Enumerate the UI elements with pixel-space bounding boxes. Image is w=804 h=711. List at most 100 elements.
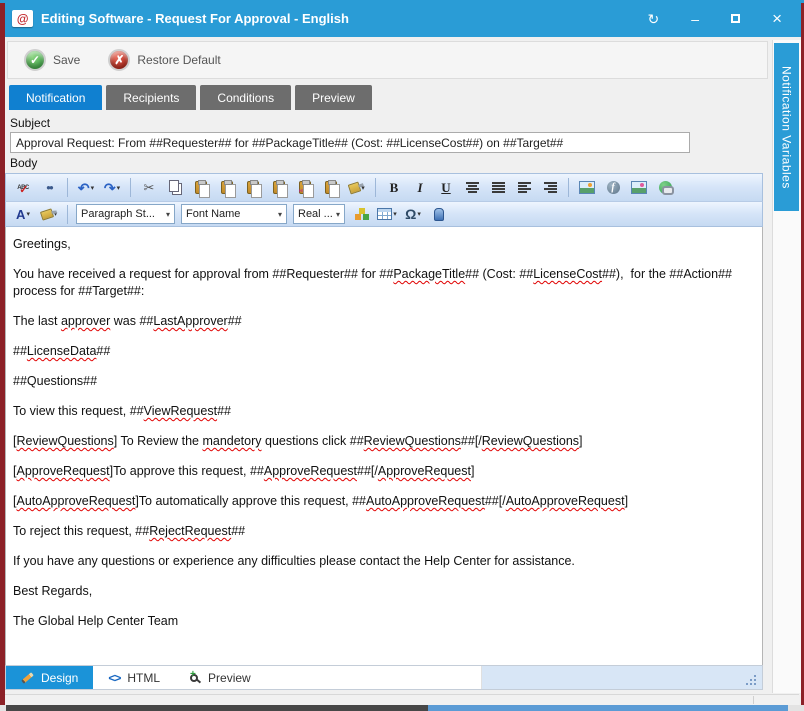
- blocks-icon: [355, 214, 361, 220]
- italic-icon: I: [417, 181, 422, 194]
- highlight-button[interactable]: ▾: [37, 203, 61, 226]
- restore-default-button[interactable]: ✗ Restore Default: [108, 49, 220, 71]
- tab-conditions[interactable]: Conditions: [200, 85, 291, 110]
- profile-button[interactable]: [427, 203, 451, 226]
- spellcheck-button[interactable]: ABC: [11, 176, 35, 199]
- media-button[interactable]: [627, 176, 651, 199]
- body-label: Body: [10, 156, 801, 170]
- undo-button[interactable]: ↶▾: [74, 176, 98, 199]
- find-button[interactable]: ●●: [37, 176, 61, 199]
- copy-icon: [169, 180, 179, 192]
- misspelled-word: RejectRequest: [149, 524, 231, 538]
- body-text-segment: ## (Cost: ##: [465, 267, 533, 281]
- mode-tab-preview[interactable]: Preview: [175, 666, 266, 689]
- misspelled-word: LastApprover: [153, 314, 227, 328]
- misspelled-word: approver: [61, 314, 110, 328]
- pencil-icon: [21, 672, 34, 683]
- misspelled-word: PackageTitle: [393, 267, 465, 281]
- paste-html-button[interactable]: HTML: [293, 176, 317, 199]
- paste-plain-icon: [273, 181, 285, 194]
- paste-word-2-button[interactable]: W: [241, 176, 265, 199]
- body-text-segment: ##[/: [357, 464, 378, 478]
- resize-grip-icon[interactable]: [754, 683, 756, 685]
- body-content[interactable]: Greetings,You have received a request fo…: [5, 227, 763, 665]
- notification-variables-tab[interactable]: Notification Variables: [774, 43, 799, 211]
- body-paragraph: The Global Help Center Team: [13, 613, 755, 630]
- paste-plain-button[interactable]: [267, 176, 291, 199]
- image-icon: [579, 181, 595, 194]
- dropdown-caret-icon: ▾: [393, 210, 397, 218]
- flash-icon: f: [607, 181, 620, 194]
- tab-recipients[interactable]: Recipients: [106, 85, 196, 110]
- status-bar-divider: [753, 696, 754, 704]
- body-text-segment: ##: [96, 344, 110, 358]
- nav-tabs: NotificationRecipientsConditionsPreview: [9, 85, 801, 110]
- minimize-icon[interactable]: –: [691, 12, 699, 26]
- font-size-dropdown[interactable]: Real ...▾: [293, 204, 345, 224]
- mode-tab-design[interactable]: Design: [6, 666, 93, 689]
- subject-input[interactable]: [10, 132, 690, 153]
- status-bar: [5, 694, 799, 705]
- dropdown-caret-icon: ▾: [166, 210, 170, 219]
- table-button[interactable]: ▾: [375, 203, 399, 226]
- misspelled-word: ViewRequest: [144, 404, 217, 418]
- bold-icon: B: [390, 181, 399, 194]
- paragraph-style-value: Paragraph St...: [81, 208, 155, 220]
- font-name-dropdown[interactable]: Font Name▾: [181, 204, 287, 224]
- font-color-button[interactable]: A▾: [11, 203, 35, 226]
- action-toolbar: ✓ Save ✗ Restore Default: [7, 41, 768, 79]
- flash-button[interactable]: f: [601, 176, 625, 199]
- paste-icon: [195, 181, 207, 194]
- align-center-button[interactable]: [460, 176, 484, 199]
- paste-html-icon: HTML: [299, 181, 311, 194]
- body-paragraph: If you have any questions or experience …: [13, 553, 755, 570]
- italic-button[interactable]: I: [408, 176, 432, 199]
- body-text-segment: ]: [471, 464, 474, 478]
- misspelled-word: ReviewQuestions: [16, 434, 113, 448]
- toolbar-separator: [568, 178, 569, 197]
- tab-preview[interactable]: Preview: [295, 85, 372, 110]
- body-text-segment: ##: [228, 314, 242, 328]
- paste-word-button[interactable]: W: [215, 176, 239, 199]
- paste-word-icon: W: [221, 181, 233, 194]
- paste-special-button[interactable]: …: [319, 176, 343, 199]
- body-text-segment: ]To automatically approve this request, …: [135, 494, 366, 508]
- restore-default-label: Restore Default: [137, 53, 220, 67]
- toolbar-separator: [67, 178, 68, 197]
- misspelled-word: mandetory: [202, 434, 261, 448]
- redo-icon: ↷: [104, 181, 116, 195]
- close-icon[interactable]: ×: [772, 10, 782, 27]
- body-paragraph: ##LicenseData##: [13, 343, 755, 360]
- mode-tab-html[interactable]: <>HTML: [93, 666, 175, 689]
- blocks-button[interactable]: [349, 203, 373, 226]
- dropdown-caret-icon: ▾: [336, 210, 340, 219]
- paragraph-style-dropdown[interactable]: Paragraph St... ▾: [76, 204, 175, 224]
- align-left-button[interactable]: [512, 176, 536, 199]
- save-button[interactable]: ✓ Save: [24, 49, 80, 71]
- omega-button[interactable]: Ω▾: [401, 203, 425, 226]
- tab-notification[interactable]: Notification: [9, 85, 102, 110]
- cut-button[interactable]: ✂: [137, 176, 161, 199]
- maximize-icon[interactable]: [731, 14, 740, 23]
- format-painter-button[interactable]: ▾: [345, 176, 369, 199]
- dialog-content: ✓ Save ✗ Restore Default NotificationRec…: [5, 37, 801, 705]
- body-text-segment: To view this request, ##: [13, 404, 144, 418]
- paste-button[interactable]: [189, 176, 213, 199]
- align-justify-button[interactable]: [486, 176, 510, 199]
- magnifier-icon: [190, 674, 198, 682]
- image-button[interactable]: [575, 176, 599, 199]
- body-text-segment: ##: [13, 344, 27, 358]
- maximize-glyph: [731, 14, 740, 23]
- titlebar[interactable]: @ Editing Software - Request For Approva…: [0, 0, 804, 37]
- bold-button[interactable]: B: [382, 176, 406, 199]
- redo-button[interactable]: ↷▾: [100, 176, 124, 199]
- link-button[interactable]: [653, 176, 677, 199]
- copy-button[interactable]: [163, 176, 187, 199]
- underline-button[interactable]: U: [434, 176, 458, 199]
- body-paragraph: The last approver was ##LastApprover##: [13, 313, 755, 330]
- profile-icon: [434, 208, 444, 221]
- align-right-button[interactable]: [538, 176, 562, 199]
- font-size-value: Real ...: [298, 208, 333, 220]
- refresh-icon[interactable]: ↻: [648, 12, 660, 26]
- app-logo-icon: @: [12, 10, 33, 27]
